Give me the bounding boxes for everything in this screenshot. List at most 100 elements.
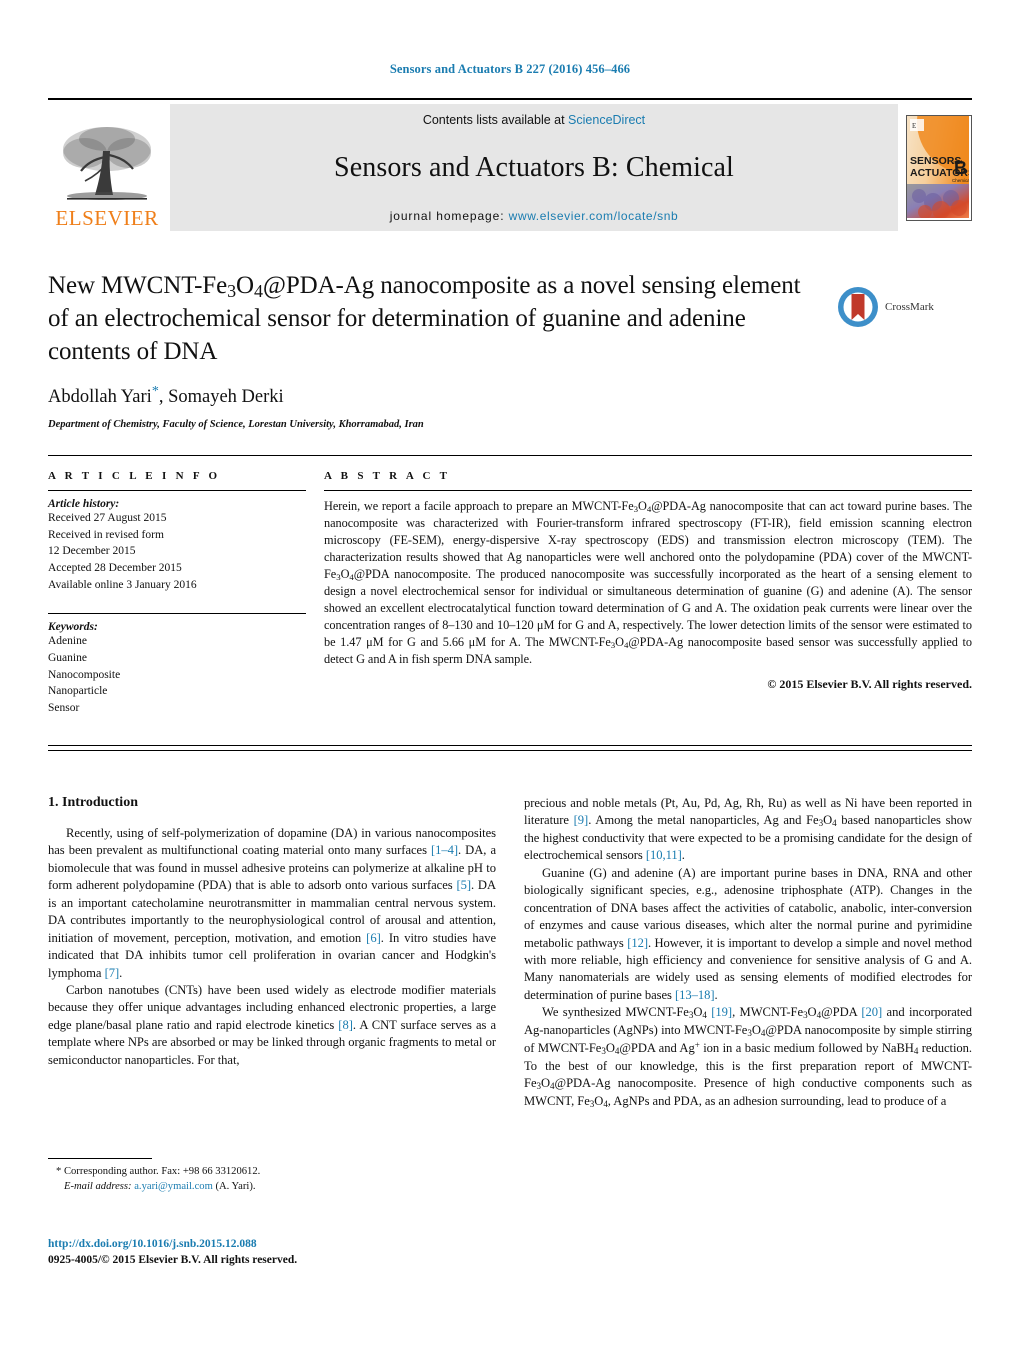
svg-text:E: E [912, 122, 916, 130]
keyword-item: Sensor [48, 702, 80, 715]
section-title: Introduction [62, 795, 138, 810]
para-text: Recently, using of self-polymerization o… [48, 826, 496, 858]
article-info-rule [48, 490, 306, 491]
sciencedirect-link[interactable]: ScienceDirect [568, 113, 645, 127]
abstract-rule [324, 490, 972, 491]
keyword-item: Guanine [48, 652, 87, 665]
citation-link[interactable]: [13–18] [675, 988, 715, 1002]
journal-cover-art: E SENSORS and ACTUATORS B Chemical [907, 115, 971, 219]
abs-p1b: O [637, 499, 647, 513]
para-text: We synthesized MWCNT-Fe [542, 1005, 689, 1020]
history-item: Received 27 August 2015 [48, 512, 167, 524]
body-columns: 1. Introduction Recently, using of self-… [48, 795, 972, 1110]
body-paragraph: Recently, using of self-polymerization o… [48, 825, 496, 982]
svg-text:B: B [954, 158, 967, 178]
elsevier-tree-icon [63, 127, 151, 200]
abstract-text: Herein, we report a facile approach to p… [324, 498, 972, 668]
para-text: . Among the metal nanoparticles, Ag and … [588, 813, 819, 828]
body-left-column: 1. Introduction Recently, using of self-… [48, 795, 496, 1110]
issn-copyright: 0925-4005/© 2015 Elsevier B.V. All right… [48, 1253, 298, 1266]
info-abstract-row: A R T I C L E I N F O Article history: R… [48, 470, 972, 717]
abstract-heading: A B S T R A C T [324, 470, 451, 482]
citation-link[interactable]: [8] [338, 1018, 353, 1032]
page-title: New MWCNT-Fe3O4@PDA-Ag nanocomposite as … [48, 270, 808, 368]
para-text: , MWCNT-Fe [732, 1005, 804, 1020]
homepage-url-link[interactable]: www.elsevier.com/locate/snb [509, 209, 679, 223]
body-paragraph: precious and noble metals (Pt, Au, Pd, A… [524, 795, 972, 865]
keywords-label: Keywords: [48, 621, 98, 634]
journal-cover-thumbnail: E SENSORS and ACTUATORS B Chemical [906, 114, 972, 221]
author-list: Abdollah Yari*, Somayeh Derki [48, 384, 972, 408]
paper-page: Sensors and Actuators B 227 (2016) 456–4… [0, 0, 1020, 1351]
body-paragraph: Carbon nanotubes (CNTs) have been used w… [48, 982, 496, 1069]
footer-doi-block: http://dx.doi.org/10.1016/j.snb.2015.12.… [48, 1237, 496, 1268]
email-link[interactable]: a.yari@ymail.com [134, 1181, 213, 1192]
article-history-label: Article history: [48, 498, 120, 510]
contents-prefix: Contents lists available at [422, 113, 569, 127]
section-number: 1. [48, 795, 59, 810]
citation-link[interactable]: [7] [105, 966, 120, 980]
keywords-block: Keywords: Adenine Guanine Nanocomposite … [48, 613, 306, 716]
abs-p1f: O [615, 635, 624, 650]
para-text: O [807, 1005, 817, 1020]
para-text: O [823, 813, 833, 828]
corresponding-author-note: * Corresponding author. Fax: +98 66 3312… [48, 1164, 496, 1179]
elsevier-logo: ELSEVIER [48, 104, 166, 231]
para-text: , AgNPs and PDA, as an adhesion surround… [607, 1093, 947, 1108]
divider-below-abstract-2 [48, 750, 972, 751]
elsevier-wordmark: ELSEVIER [55, 206, 159, 230]
history-item: Available online 3 January 2016 [48, 578, 197, 591]
para-text: @PDA [821, 1005, 862, 1020]
masthead-center: Contents lists available at ScienceDirec… [170, 104, 898, 231]
para-text: O [594, 1093, 604, 1108]
section-heading-introduction: 1. Introduction [48, 795, 496, 811]
svg-text:Chemical: Chemical [952, 178, 969, 183]
subscript: 4 [702, 1010, 707, 1021]
body-paragraph: Guanine (G) and adenine (A) are importan… [524, 865, 972, 1005]
author-primary[interactable]: Abdollah Yari [48, 388, 152, 408]
title-sub-3: 3 [227, 280, 237, 301]
para-text: ion in a basic medium followed by NaBH [699, 1041, 914, 1056]
body-right-column: precious and noble metals (Pt, Au, Pd, A… [524, 795, 972, 1110]
citation-link[interactable]: [6] [366, 931, 381, 945]
citation-link[interactable]: [12] [627, 936, 648, 950]
journal-title: Sensors and Actuators B: Chemical [334, 152, 734, 183]
para-text: O [751, 1022, 761, 1037]
citation-link[interactable]: [9] [574, 813, 589, 827]
title-sub-4: 4 [254, 280, 263, 301]
footnote-rule [48, 1158, 152, 1159]
contents-list-line: Contents lists available at ScienceDirec… [423, 113, 645, 127]
crossmark-icon [838, 287, 878, 327]
para-text: . [119, 965, 123, 980]
doi-link[interactable]: http://dx.doi.org/10.1016/j.snb.2015.12.… [48, 1237, 496, 1253]
email-suffix: (A. Yari). [212, 1181, 256, 1193]
citation-link[interactable]: [10,11] [646, 848, 682, 862]
para-text: . [714, 987, 718, 1002]
para-text: O [605, 1041, 615, 1056]
citation-link[interactable]: [5] [456, 878, 471, 892]
abs-p1a: Herein, we report a facile approach to p… [324, 499, 634, 513]
para-text: @PDA and Ag [619, 1041, 695, 1056]
citation-link[interactable]: [20] [861, 1005, 882, 1019]
running-head: Sensors and Actuators B 227 (2016) 456–4… [389, 62, 631, 76]
crossmark-badge[interactable]: CrossMark [836, 284, 972, 330]
title-part-2: @PDA-Ag nanocomposite as a novel sensing [262, 272, 716, 299]
history-item: Received in revised form [48, 528, 164, 541]
keyword-item: Adenine [48, 635, 87, 648]
divider-above-info [48, 455, 972, 456]
journal-homepage-line: journal homepage: www.elsevier.com/locat… [390, 209, 679, 223]
journal-masthead: ELSEVIER Contents lists available at Sci… [48, 98, 972, 231]
article-info-heading: A R T I C L E I N F O [48, 470, 221, 482]
keyword-item: Nanoparticle [48, 685, 108, 698]
title-part-1: New MWCNT-Fe [48, 272, 228, 299]
citation-link[interactable]: [1–4] [431, 843, 458, 857]
citation-link[interactable]: [19] [711, 1005, 732, 1019]
footnote-block: * Corresponding author. Fax: +98 66 3312… [48, 1158, 496, 1195]
crossmark-label: CrossMark [885, 301, 934, 313]
title-block: CrossMark New MWCNT-Fe3O4@PDA-Ag nanocom… [48, 270, 972, 430]
keyword-item: Nanocomposite [48, 668, 121, 681]
author-secondary[interactable]: , Somayeh Derki [159, 388, 284, 408]
para-text: . [681, 848, 685, 863]
history-item: 12 December 2015 [48, 545, 136, 558]
corresponding-author-marker[interactable]: * [152, 384, 159, 399]
